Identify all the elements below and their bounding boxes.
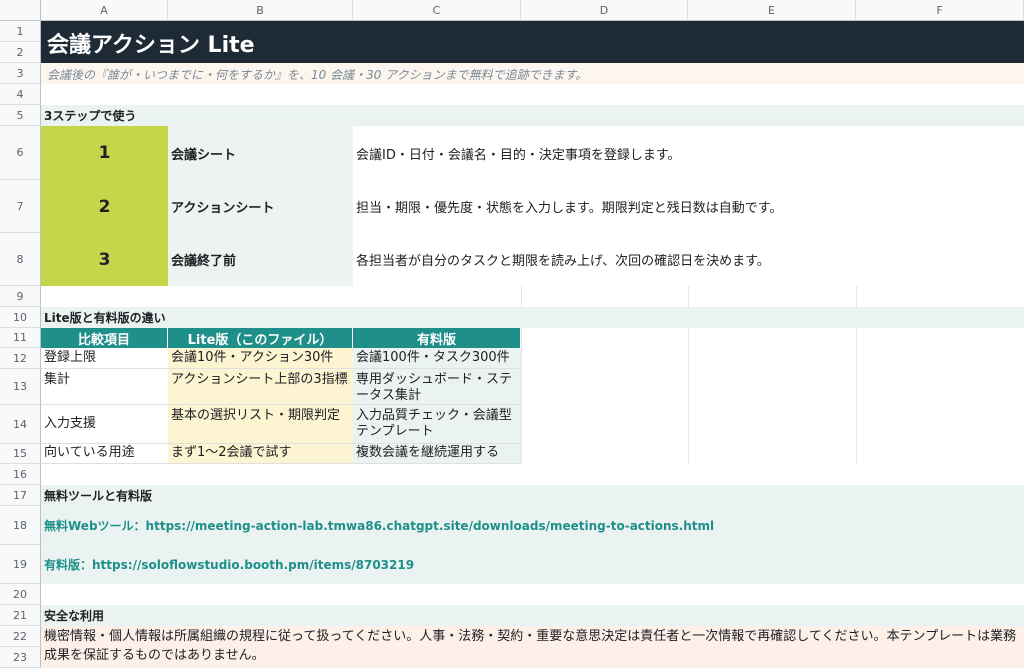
compare-cell[interactable]: 複数会議を継続運用する xyxy=(353,444,521,464)
compare-header-lite[interactable]: Lite版（このファイル） xyxy=(168,328,353,348)
row-header-15[interactable]: 15 xyxy=(0,444,41,464)
column-header-f[interactable]: F xyxy=(856,0,1024,21)
row-header-11[interactable]: 11 xyxy=(0,328,41,348)
row-header-13[interactable]: 13 xyxy=(0,369,41,405)
step-description-3[interactable]: 各担当者が自分のタスクと期限を読み上げ、次回の確認日を決めます。 xyxy=(353,233,1024,286)
compare-cell[interactable]: 向いている用途 xyxy=(41,444,168,464)
page-title[interactable]: 会議アクション Lite xyxy=(44,22,644,63)
column-header-a[interactable]: A xyxy=(41,0,168,21)
row-header-19[interactable]: 19 xyxy=(0,545,41,584)
compare-cell[interactable]: 基本の選択リスト・期限判定 xyxy=(168,405,353,444)
links-section-heading[interactable]: 無料ツールと有料版 xyxy=(41,485,441,506)
row-header-12[interactable]: 12 xyxy=(0,348,41,369)
safety-section-heading[interactable]: 安全な利用 xyxy=(41,605,441,626)
row-header-1[interactable]: 1 xyxy=(0,21,41,42)
compare-cell[interactable]: 集計 xyxy=(41,369,168,405)
column-header-e[interactable]: E xyxy=(688,0,856,21)
free-tool-label: 無料Webツール： xyxy=(44,519,146,533)
compare-cell[interactable]: アクションシート上部の3指標 xyxy=(168,369,353,405)
step-description-1[interactable]: 会議ID・日付・会議名・目的・決定事項を登録します。 xyxy=(353,126,1024,180)
column-header-b[interactable]: B xyxy=(168,0,353,21)
row-header-16[interactable]: 16 xyxy=(0,464,41,485)
compare-cell[interactable]: 入力品質チェック・会議型テンプレート xyxy=(353,405,521,444)
row-header-8[interactable]: 8 xyxy=(0,233,41,286)
row-header-2[interactable]: 2 xyxy=(0,42,41,63)
row-header-18[interactable]: 18 xyxy=(0,506,41,545)
row-header-6[interactable]: 6 xyxy=(0,126,41,180)
column-header-d[interactable]: D xyxy=(521,0,688,21)
compare-cell[interactable]: 会議10件・アクション30件 xyxy=(168,348,353,369)
column-header-c[interactable]: C xyxy=(353,0,521,21)
row-header-23[interactable]: 23 xyxy=(0,647,41,668)
row-header-5[interactable]: 5 xyxy=(0,105,41,126)
row-header-7[interactable]: 7 xyxy=(0,180,41,233)
row-header-14[interactable]: 14 xyxy=(0,405,41,444)
row-header-22[interactable]: 22 xyxy=(0,626,41,647)
row-header-20[interactable]: 20 xyxy=(0,584,41,605)
compare-cell[interactable]: 会議100件・タスク300件 xyxy=(353,348,521,369)
safety-notice[interactable]: 機密情報・個人情報は所属組織の規程に従って扱ってください。人事・法務・契約・重要… xyxy=(41,626,1021,668)
compare-header-paid[interactable]: 有料版 xyxy=(353,328,521,348)
row-header-10[interactable]: 10 xyxy=(0,307,41,328)
steps-section-heading[interactable]: 3ステップで使う xyxy=(41,105,441,126)
spreadsheet-grid: A B C D E F 1 2 3 4 5 6 7 8 9 10 11 12 1… xyxy=(0,0,1024,668)
step-description-2[interactable]: 担当・期限・優先度・状態を入力します。期限判定と残日数は自動です。 xyxy=(353,180,1024,233)
compare-cell[interactable]: まず1〜2会議で試す xyxy=(168,444,353,464)
row-header-9[interactable]: 9 xyxy=(0,286,41,307)
row-header-4[interactable]: 4 xyxy=(0,84,41,105)
step-number-3[interactable]: 3 xyxy=(41,233,168,286)
compare-section-heading[interactable]: Lite版と有料版の違い xyxy=(41,307,441,328)
step-number-1[interactable]: 1 xyxy=(41,126,168,180)
step-name-2[interactable]: アクションシート xyxy=(168,180,353,233)
compare-header-item[interactable]: 比較項目 xyxy=(41,328,168,348)
paid-version-url[interactable]: https://soloflowstudio.booth.pm/items/87… xyxy=(92,558,414,572)
row-header-17[interactable]: 17 xyxy=(0,485,41,506)
row-header-21[interactable]: 21 xyxy=(0,605,41,626)
paid-version-label: 有料版： xyxy=(44,558,93,572)
paid-version-link[interactable]: 有料版： https://soloflowstudio.booth.pm/ite… xyxy=(41,545,1024,584)
step-name-3[interactable]: 会議終了前 xyxy=(168,233,353,286)
free-tool-link[interactable]: 無料Webツール： https://meeting-action-lab.tmw… xyxy=(41,506,1024,545)
select-all-corner[interactable] xyxy=(0,0,41,21)
step-name-1[interactable]: 会議シート xyxy=(168,126,353,180)
step-number-2[interactable]: 2 xyxy=(41,180,168,233)
free-tool-url[interactable]: https://meeting-action-lab.tmwa86.chatgp… xyxy=(146,519,715,533)
row-header-3[interactable]: 3 xyxy=(0,63,41,84)
page-subtitle[interactable]: 会議後の『誰が・いつまでに・何をするか』を、10 会議・30 アクションまで無料… xyxy=(44,64,944,84)
compare-cell[interactable]: 登録上限 xyxy=(41,348,168,369)
compare-cell[interactable]: 専用ダッシュボード・ステータス集計 xyxy=(353,369,521,405)
compare-cell[interactable]: 入力支援 xyxy=(41,405,168,444)
